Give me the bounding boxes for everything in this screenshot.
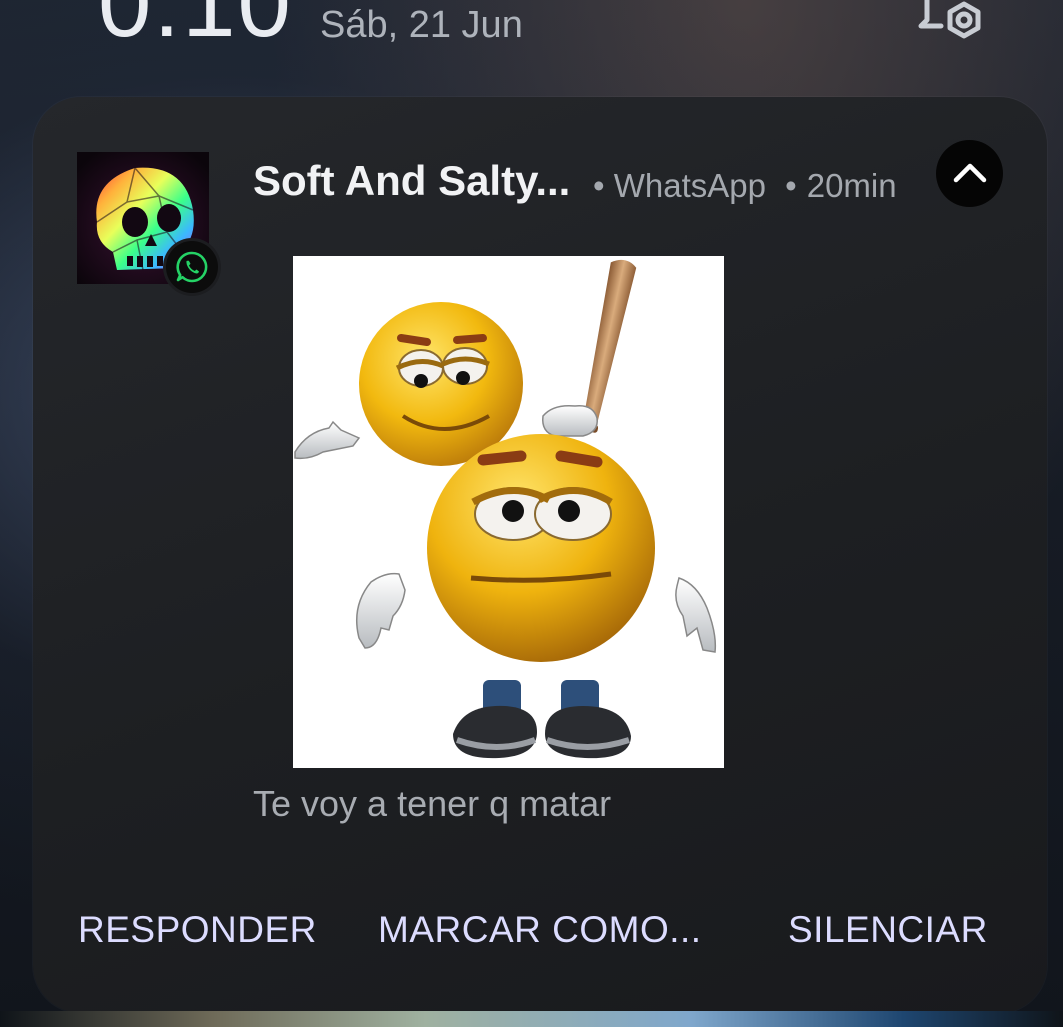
reply-button[interactable]: RESPONDER (78, 909, 317, 951)
separator-dot: • (785, 167, 797, 204)
date-label: Sáb, 21 Jun (320, 4, 523, 46)
notification-meta: • WhatsApp • 20min (593, 167, 897, 205)
app-name: WhatsApp (613, 167, 766, 204)
bottom-wallpaper-strip (0, 1011, 1063, 1027)
time-ago: 20min (806, 167, 897, 204)
emoji-bat-meme-image (293, 256, 724, 768)
clock: 0:10 (98, 0, 293, 57)
mute-button[interactable]: SILENCIAR (788, 909, 988, 951)
message-text: Te voy a tener q matar (253, 783, 612, 824)
notification-actions: RESPONDER MARCAR COMO... SILENCIAR (33, 909, 1047, 959)
message-image[interactable] (293, 256, 724, 768)
status-bar: 0:10 Sáb, 21 Jun (0, 0, 1063, 70)
notification-card[interactable]: Soft And Salty... • WhatsApp • 20min Te … (33, 97, 1047, 1013)
collapse-button[interactable] (936, 140, 1003, 207)
notification-settings-icon[interactable] (917, 0, 987, 50)
conversation-title: Soft And Salty... (253, 157, 571, 204)
whatsapp-badge (166, 241, 218, 293)
mark-as-button[interactable]: MARCAR COMO... (378, 909, 702, 951)
whatsapp-icon (176, 251, 208, 283)
separator-dot: • (593, 167, 605, 204)
chevron-up-icon (953, 163, 986, 182)
